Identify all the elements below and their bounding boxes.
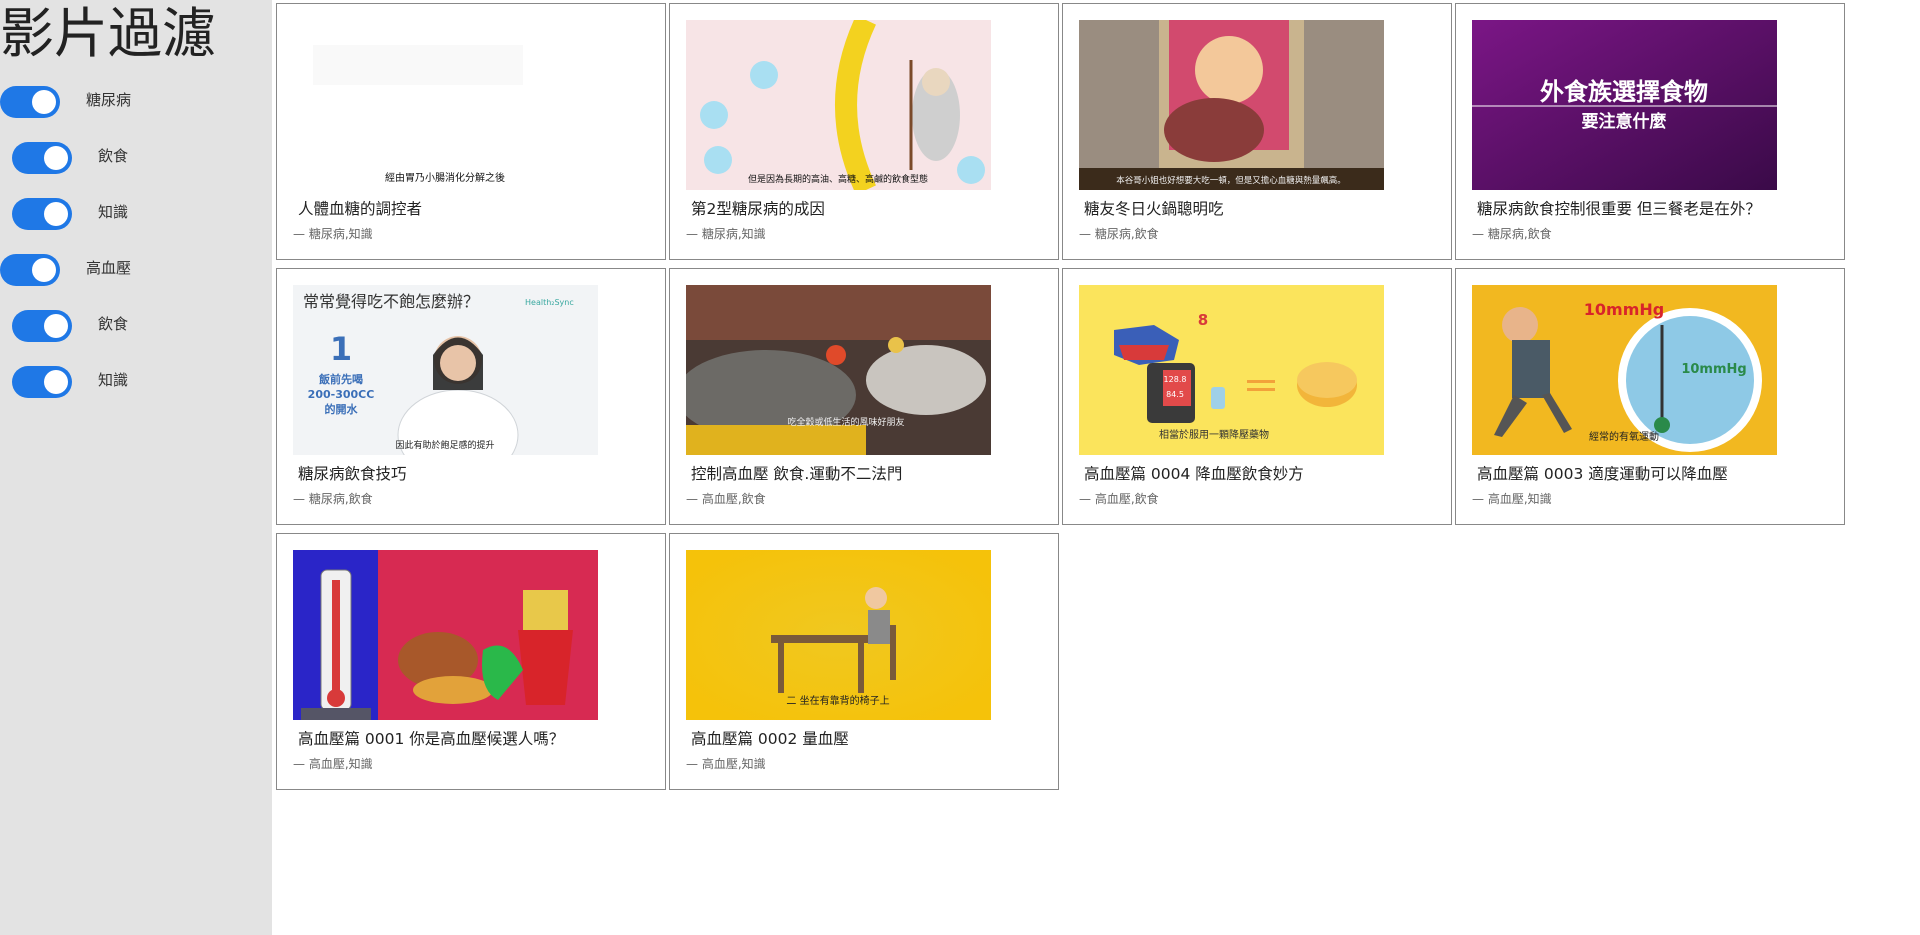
thumbnail-image: 本谷哥小姐也好想要大吃一頓，但是又擔心血糖與熱量飆高。: [1079, 20, 1384, 190]
video-tags: — 高血壓,知識: [1472, 492, 1552, 506]
video-card[interactable]: 二 坐在有靠背的椅子上 高血壓篇 0002 量血壓 — 高血壓,知識: [669, 533, 1059, 790]
video-title[interactable]: 高血壓篇 0003 適度運動可以降血壓: [1477, 462, 1728, 484]
video-thumbnail[interactable]: 10mmHg 10mmHg 經常的有氧運動 經常的有氧運動: [1472, 285, 1777, 455]
video-thumbnail[interactable]: 128.8 84.5 8 相當於服用一顆降壓藥物: [1079, 285, 1384, 455]
toggle-knob: [44, 146, 68, 170]
thumbnail-image: 常常覺得吃不飽怎麼辦？ Health₂Sync 1 飯前先喝 200-300CC…: [293, 285, 598, 455]
video-tags: — 高血壓,飲食: [686, 492, 766, 506]
video-thumbnail[interactable]: 吃全穀或低生活的風味好朋友: [686, 285, 991, 455]
filter-label: 知識: [98, 203, 129, 221]
thumb-caption: 但是因為長期的高油、高糖、高鹹的飲食型態: [748, 173, 928, 185]
filter-label: 糖尿病: [86, 91, 132, 109]
filter-sidebar: 影片過濾 糖尿病 飲食 知識 高血壓 飲食 知識: [0, 0, 272, 935]
video-card[interactable]: 吃全穀或低生活的風味好朋友 控制高血壓 飲食.運動不二法門 — 高血壓,飲食: [669, 268, 1059, 525]
video-card[interactable]: 高血壓篇 0001 你是高血壓候選人嗎？ — 高血壓,知識: [276, 533, 666, 790]
thumbnail-image: 二 坐在有靠背的椅子上: [686, 550, 991, 720]
video-tags: — 糖尿病,知識: [686, 227, 766, 241]
filter-diabetes-knowledge: 知識: [0, 198, 260, 234]
toggle-knob: [44, 370, 68, 394]
thumb-subtitle: 經常的有氧運動: [1589, 430, 1659, 443]
filter-label: 知識: [98, 371, 129, 389]
thumb-line: 飯前先喝: [318, 372, 363, 386]
video-title[interactable]: 糖尿病飲食技巧: [298, 462, 407, 484]
toggle-switch[interactable]: [0, 254, 60, 286]
video-tags: — 高血壓,知識: [293, 757, 373, 771]
video-tags: — 糖尿病,飲食: [1472, 227, 1552, 241]
video-thumbnail[interactable]: 本谷哥小姐也好想要大吃一頓，但是又擔心血糖與熱量飆高。: [1079, 20, 1384, 190]
video-card[interactable]: 經由胃乃小腸消化分解之後 人體血糖的調控者 — 糖尿病,知識: [276, 3, 666, 260]
toggle-switch[interactable]: [12, 142, 72, 174]
thumb-subtitle: 因此有助於飽足感的提升: [395, 439, 494, 451]
toggle-switch[interactable]: [12, 198, 72, 230]
filter-hypertension-diet: 飲食: [0, 310, 260, 346]
video-tags: — 糖尿病,飲食: [293, 492, 373, 506]
filter-diabetes-diet: 飲食: [0, 142, 260, 178]
video-thumbnail[interactable]: 外食族選擇食物 要注意什麼: [1472, 20, 1777, 190]
thumb-caption: 吃全穀或低生活的風味好朋友: [787, 416, 904, 428]
toggle-switch[interactable]: [12, 310, 72, 342]
video-card[interactable]: 128.8 84.5 8 相當於服用一顆降壓藥物 高血壓篇 0004 降血壓飲食…: [1062, 268, 1452, 525]
thumb-logo: Health₂Sync: [525, 298, 574, 307]
filter-label: 飲食: [98, 315, 129, 333]
video-thumbnail[interactable]: 但是因為長期的高油、高糖、高鹹的飲食型態: [686, 20, 991, 190]
video-card[interactable]: 外食族選擇食物 要注意什麼 糖尿病飲食控制很重要 但三餐老是在外？ — 糖尿病,…: [1455, 3, 1845, 260]
thumb-caption: 相當於服用一顆降壓藥物: [1159, 428, 1269, 441]
thumbnail-image: 128.8 84.5 8 相當於服用一顆降壓藥物: [1079, 285, 1384, 455]
toggle-switch[interactable]: [0, 86, 60, 118]
video-thumbnail[interactable]: 經由胃乃小腸消化分解之後: [293, 20, 598, 190]
thumb-caption: 本谷哥小姐也好想要大吃一頓，但是又擔心血糖與熱量飆高。: [1116, 175, 1346, 186]
thumbnail-image: 經由胃乃小腸消化分解之後: [293, 20, 598, 190]
thumbnail-image: [293, 550, 598, 720]
thumb-caption: 外食族選擇食物: [1540, 78, 1708, 106]
thumb-caption: 常常覺得吃不飽怎麼辦？: [303, 292, 479, 311]
video-card[interactable]: 本谷哥小姐也好想要大吃一頓，但是又擔心血糖與熱量飆高。 糖友冬日火鍋聰明吃 — …: [1062, 3, 1452, 260]
thumb-reading: 84.5: [1166, 390, 1184, 399]
thumbnail-image: 但是因為長期的高油、高糖、高鹹的飲食型態: [686, 20, 991, 190]
video-tags: — 糖尿病,飲食: [1079, 227, 1159, 241]
thumb-caption: 經由胃乃小腸消化分解之後: [385, 171, 505, 184]
video-tags: — 高血壓,知識: [686, 757, 766, 771]
thumb-badge: 8: [1198, 311, 1208, 329]
video-title[interactable]: 糖尿病飲食控制很重要 但三餐老是在外？: [1477, 197, 1761, 219]
filter-label: 飲食: [98, 147, 129, 165]
video-card[interactable]: 但是因為長期的高油、高糖、高鹹的飲食型態 第2型糖尿病的成因 — 糖尿病,知識: [669, 3, 1059, 260]
video-title[interactable]: 高血壓篇 0001 你是高血壓候選人嗎？: [298, 727, 564, 749]
video-tags: — 糖尿病,知識: [293, 227, 373, 241]
filter-hypertension-knowledge: 知識: [0, 366, 260, 402]
video-title[interactable]: 高血壓篇 0004 降血壓飲食妙方: [1084, 462, 1304, 484]
thumb-reading: 10mmHg: [1681, 362, 1746, 377]
thumb-subcaption: 要注意什麼: [1582, 111, 1667, 132]
video-thumbnail[interactable]: 二 坐在有靠背的椅子上: [686, 550, 991, 720]
video-tags: — 高血壓,飲食: [1079, 492, 1159, 506]
thumb-caption: 10mmHg: [1584, 300, 1664, 319]
video-thumbnail[interactable]: [293, 550, 598, 720]
toggle-knob: [44, 202, 68, 226]
video-title[interactable]: 糖友冬日火鍋聰明吃: [1084, 197, 1224, 219]
thumbnail-image: 吃全穀或低生活的風味好朋友: [686, 285, 991, 455]
toggle-knob: [32, 90, 56, 114]
thumb-caption: 二 坐在有靠背的椅子上: [786, 694, 889, 707]
video-title[interactable]: 高血壓篇 0002 量血壓: [691, 727, 849, 749]
toggle-knob: [44, 314, 68, 338]
video-title[interactable]: 第2型糖尿病的成因: [691, 197, 825, 219]
video-title[interactable]: 控制高血壓 飲食.運動不二法門: [691, 462, 902, 484]
filter-hypertension: 高血壓: [0, 254, 260, 290]
thumbnail-image: 10mmHg 10mmHg 經常的有氧運動 經常的有氧運動: [1472, 285, 1777, 455]
toggle-knob: [32, 258, 56, 282]
video-thumbnail[interactable]: 常常覺得吃不飽怎麼辦？ Health₂Sync 1 飯前先喝 200-300CC…: [293, 285, 598, 455]
thumb-number: 1: [330, 330, 352, 368]
thumb-reading: 128.8: [1164, 375, 1187, 384]
thumb-line: 200-300CC: [308, 388, 375, 401]
filter-diabetes: 糖尿病: [0, 86, 260, 122]
thumbnail-image: 外食族選擇食物 要注意什麼: [1472, 20, 1777, 190]
video-card[interactable]: 10mmHg 10mmHg 經常的有氧運動 經常的有氧運動 高血壓篇 0003 …: [1455, 268, 1845, 525]
video-card[interactable]: 常常覺得吃不飽怎麼辦？ Health₂Sync 1 飯前先喝 200-300CC…: [276, 268, 666, 525]
thumb-line: 的開水: [325, 402, 359, 416]
filter-label: 高血壓: [86, 259, 132, 277]
toggle-switch[interactable]: [12, 366, 72, 398]
video-title[interactable]: 人體血糖的調控者: [298, 197, 422, 219]
sidebar-title: 影片過濾: [0, 2, 216, 65]
